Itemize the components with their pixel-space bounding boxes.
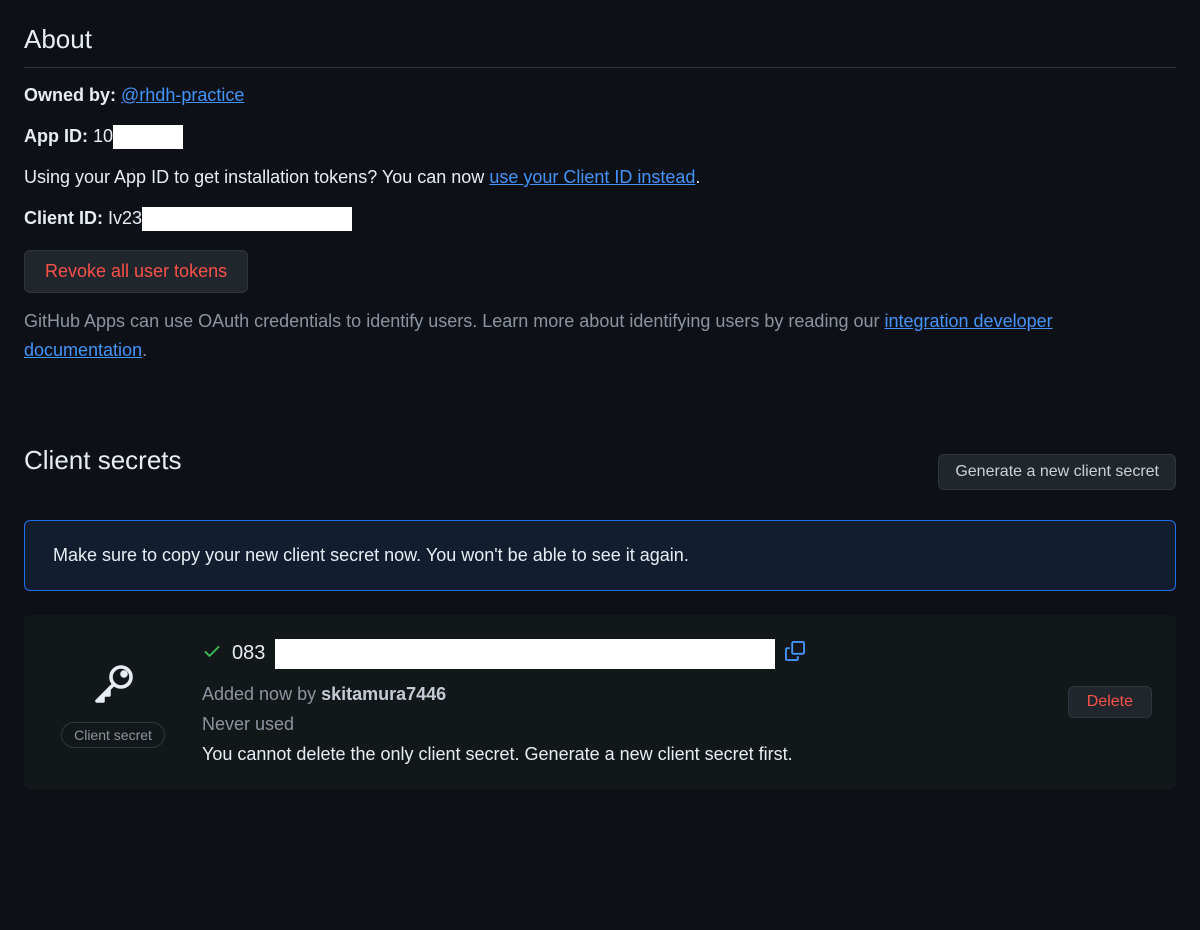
- secret-panel: Client secret 083 Added now by skitamura…: [24, 615, 1176, 789]
- install-token-info: Using your App ID to get installation to…: [24, 164, 1176, 191]
- app-id-label: App ID:: [24, 126, 88, 146]
- check-icon: [202, 641, 222, 666]
- about-heading: About: [24, 24, 1176, 68]
- client-id-label: Client ID:: [24, 208, 103, 228]
- added-text-pre: Added now by: [202, 684, 321, 704]
- client-id-link[interactable]: use your Client ID instead: [489, 167, 695, 187]
- key-icon: [89, 661, 137, 714]
- client-secrets-section: Client secrets Generate a new client sec…: [24, 445, 1176, 789]
- delete-secret-button[interactable]: Delete: [1068, 686, 1152, 718]
- secret-badge-area: Client secret: [48, 639, 178, 748]
- about-section: About Owned by: @rhdh-practice App ID: 1…: [24, 24, 1176, 365]
- oauth-desc-post: .: [142, 340, 147, 360]
- secret-delete-note: You cannot delete the only client secret…: [202, 744, 1044, 765]
- generate-secret-button[interactable]: Generate a new client secret: [938, 454, 1176, 490]
- secret-details: 083 Added now by skitamura7446 Never use…: [202, 639, 1044, 765]
- install-text-pre: Using your App ID to get installation to…: [24, 167, 489, 187]
- secret-value-redacted: [275, 639, 775, 669]
- owned-by-label: Owned by:: [24, 85, 116, 105]
- install-text-post: .: [695, 167, 700, 187]
- copy-icon[interactable]: [785, 641, 805, 666]
- client-id-row: Client ID: Iv23: [24, 205, 1176, 232]
- copy-secret-notice: Make sure to copy your new client secret…: [24, 520, 1176, 591]
- secrets-heading: Client secrets: [24, 445, 182, 488]
- oauth-desc-pre: GitHub Apps can use OAuth credentials to…: [24, 311, 884, 331]
- client-id-partial: Iv23: [108, 208, 142, 228]
- secret-actions: Delete: [1068, 686, 1152, 718]
- owned-by-row: Owned by: @rhdh-practice: [24, 82, 1176, 109]
- app-id-redacted: [113, 125, 183, 149]
- added-by-user: skitamura7446: [321, 684, 446, 704]
- app-id-partial: 10: [93, 126, 113, 146]
- secret-value-partial: 083: [232, 642, 265, 665]
- secret-used-info: Never used: [202, 709, 1044, 740]
- revoke-tokens-button[interactable]: Revoke all user tokens: [24, 250, 248, 293]
- secret-value-row: 083: [202, 639, 1044, 669]
- secret-added-info: Added now by skitamura7446: [202, 679, 1044, 710]
- client-id-redacted: [142, 207, 352, 231]
- oauth-description: GitHub Apps can use OAuth credentials to…: [24, 307, 1176, 365]
- app-id-row: App ID: 10: [24, 123, 1176, 150]
- secret-type-pill: Client secret: [61, 722, 165, 748]
- secrets-header: Client secrets Generate a new client sec…: [24, 445, 1176, 500]
- owner-link[interactable]: @rhdh-practice: [121, 85, 244, 105]
